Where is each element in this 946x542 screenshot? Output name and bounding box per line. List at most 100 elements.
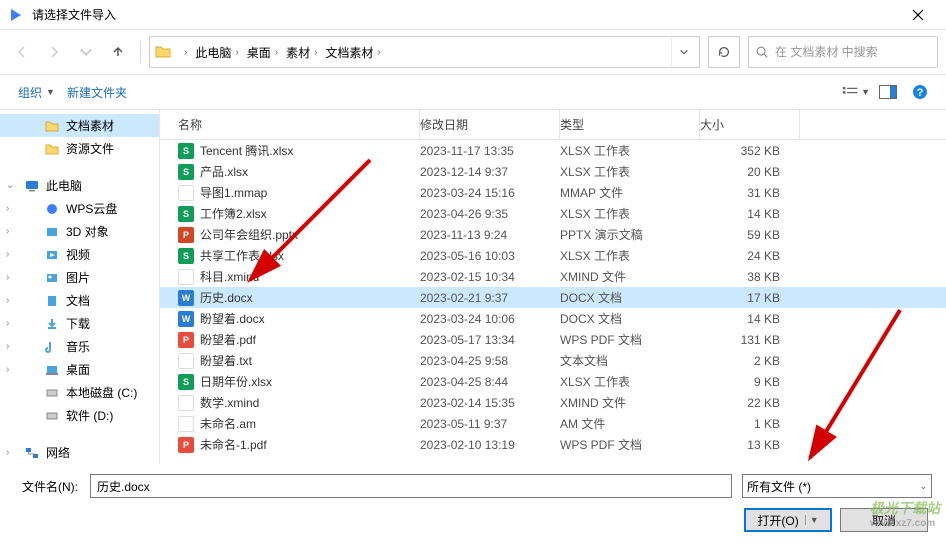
file-type: XLSX 工作表 bbox=[560, 163, 700, 180]
nav-separator bbox=[140, 41, 141, 63]
sidebar-pc-item-5[interactable]: ›下载 bbox=[0, 312, 159, 335]
file-row[interactable]: 盼望着.txt2023-04-25 9:58文本文档2 KB bbox=[160, 350, 946, 371]
file-type: DOCX 文档 bbox=[560, 289, 700, 306]
file-row[interactable]: S共享工作表.xlsx2023-05-16 10:03XLSX 工作表24 KB bbox=[160, 245, 946, 266]
file-size: 24 KB bbox=[700, 249, 800, 263]
back-button[interactable] bbox=[8, 38, 36, 66]
sidebar-pc-item-0[interactable]: ›WPS云盘 bbox=[0, 197, 159, 220]
expand-icon[interactable]: › bbox=[6, 226, 9, 237]
file-size: 14 KB bbox=[700, 312, 800, 326]
sidebar-pc-item-2[interactable]: ›视频 bbox=[0, 243, 159, 266]
sidebar-pc-item-8[interactable]: 本地磁盘 (C:) bbox=[0, 381, 159, 404]
file-row[interactable]: S日期年份.xlsx2023-04-25 8:44XLSX 工作表9 KB bbox=[160, 371, 946, 392]
open-button[interactable]: 打开(O)▼ bbox=[744, 508, 832, 532]
file-row[interactable]: W历史.docx2023-02-21 9:37DOCX 文档17 KB bbox=[160, 287, 946, 308]
help-button[interactable]: ? bbox=[906, 80, 934, 104]
address-dropdown[interactable] bbox=[671, 38, 695, 66]
app-icon bbox=[8, 7, 24, 23]
file-date: 2023-05-17 13:34 bbox=[420, 333, 560, 347]
col-date[interactable]: 修改日期 bbox=[420, 110, 560, 139]
file-name: 未命名.am bbox=[200, 415, 256, 432]
col-name[interactable]: 名称 bbox=[160, 110, 420, 139]
file-date: 2023-03-24 10:06 bbox=[420, 312, 560, 326]
filter-select[interactable]: 所有文件 (*) ⌄ bbox=[742, 474, 932, 498]
sidebar-pc-item-6[interactable]: ›音乐 bbox=[0, 335, 159, 358]
search-input[interactable] bbox=[775, 45, 931, 59]
breadcrumb-chevron[interactable]: › bbox=[176, 45, 191, 60]
file-type: WPS PDF 文档 bbox=[560, 331, 700, 348]
preview-pane-button[interactable] bbox=[874, 80, 902, 104]
sidebar-pc-item-3[interactable]: ›图片 bbox=[0, 266, 159, 289]
refresh-button[interactable] bbox=[708, 36, 740, 68]
file-date: 2023-04-25 9:58 bbox=[420, 354, 560, 368]
file-name: 公司年会组织.pptx bbox=[200, 226, 298, 243]
file-size: 9 KB bbox=[700, 375, 800, 389]
col-size[interactable]: 大小 bbox=[700, 110, 800, 139]
file-list[interactable]: STencent 腾讯.xlsx2023-11-17 13:35XLSX 工作表… bbox=[160, 140, 946, 464]
sidebar-pc-item-4[interactable]: ›文档 bbox=[0, 289, 159, 312]
address-bar[interactable]: › 此电脑› 桌面› 素材› 文档素材› bbox=[149, 36, 700, 68]
file-row[interactable]: 数学.xmind2023-02-14 15:35XMIND 文件22 KB bbox=[160, 392, 946, 413]
sidebar-item-0[interactable]: 文档素材 bbox=[0, 114, 159, 137]
file-row[interactable]: S产品.xlsx2023-12-14 9:37XLSX 工作表20 KB bbox=[160, 161, 946, 182]
file-name: 产品.xlsx bbox=[200, 163, 248, 180]
file-row[interactable]: STencent 腾讯.xlsx2023-11-17 13:35XLSX 工作表… bbox=[160, 140, 946, 161]
file-icon bbox=[178, 353, 194, 369]
col-type[interactable]: 类型 bbox=[560, 110, 700, 139]
expand-icon[interactable]: › bbox=[6, 203, 9, 214]
file-icon: S bbox=[178, 206, 194, 222]
file-row[interactable]: P盼望着.pdf2023-05-17 13:34WPS PDF 文档131 KB bbox=[160, 329, 946, 350]
breadcrumb-seg-3[interactable]: 文档素材› bbox=[321, 42, 384, 63]
file-row[interactable]: 导图1.mmap2023-03-24 15:16MMAP 文件31 KB bbox=[160, 182, 946, 203]
file-type: XLSX 工作表 bbox=[560, 142, 700, 159]
file-name: 数学.xmind bbox=[200, 394, 259, 411]
sidebar-network[interactable]: › 网络 bbox=[0, 441, 159, 464]
up-button[interactable] bbox=[104, 38, 132, 66]
expand-icon[interactable]: › bbox=[6, 295, 9, 306]
expand-icon[interactable]: › bbox=[6, 249, 9, 260]
file-size: 2 KB bbox=[700, 354, 800, 368]
sidebar-this-pc[interactable]: ⌄ 此电脑 bbox=[0, 174, 159, 197]
new-folder-button[interactable]: 新建文件夹 bbox=[61, 80, 133, 105]
organize-menu[interactable]: 组织▼ bbox=[12, 80, 61, 105]
file-row[interactable]: 科目.xmind2023-02-15 10:34XMIND 文件38 KB bbox=[160, 266, 946, 287]
file-name: 未命名-1.pdf bbox=[200, 436, 267, 453]
expand-icon[interactable]: › bbox=[6, 447, 9, 458]
drive-icon bbox=[44, 408, 60, 424]
collapse-icon[interactable]: ⌄ bbox=[6, 180, 14, 191]
breadcrumb-seg-1[interactable]: 桌面› bbox=[243, 42, 282, 63]
svg-text:?: ? bbox=[917, 87, 924, 99]
view-mode-button[interactable]: ▼ bbox=[842, 80, 870, 104]
file-size: 31 KB bbox=[700, 186, 800, 200]
file-row[interactable]: 未命名.am2023-05-11 9:37AM 文件1 KB bbox=[160, 413, 946, 434]
file-date: 2023-11-17 13:35 bbox=[420, 144, 560, 158]
filename-input[interactable] bbox=[90, 474, 732, 498]
expand-icon[interactable]: › bbox=[6, 341, 9, 352]
breadcrumb-seg-0[interactable]: 此电脑› bbox=[191, 42, 242, 63]
file-icon: S bbox=[178, 374, 194, 390]
search-box[interactable] bbox=[748, 36, 938, 68]
expand-icon[interactable]: › bbox=[6, 364, 9, 375]
breadcrumb-seg-2[interactable]: 素材› bbox=[282, 42, 321, 63]
folder-icon bbox=[44, 118, 60, 134]
nav-bar: › 此电脑› 桌面› 素材› 文档素材› bbox=[0, 30, 946, 74]
file-date: 2023-02-14 15:35 bbox=[420, 396, 560, 410]
file-row[interactable]: P公司年会组织.pptx2023-11-13 9:24PPTX 演示文稿59 K… bbox=[160, 224, 946, 245]
file-name: 工作簿2.xlsx bbox=[200, 205, 267, 222]
file-type: DOCX 文档 bbox=[560, 310, 700, 327]
file-row[interactable]: S工作簿2.xlsx2023-04-26 9:35XLSX 工作表14 KB bbox=[160, 203, 946, 224]
sidebar-pc-item-7[interactable]: ›桌面 bbox=[0, 358, 159, 381]
close-button[interactable] bbox=[898, 0, 938, 30]
recent-dropdown[interactable] bbox=[72, 38, 100, 66]
file-size: 38 KB bbox=[700, 270, 800, 284]
forward-button[interactable] bbox=[40, 38, 68, 66]
expand-icon[interactable]: › bbox=[6, 318, 9, 329]
expand-icon[interactable]: › bbox=[6, 272, 9, 283]
file-row[interactable]: W盼望着.docx2023-03-24 10:06DOCX 文档14 KB bbox=[160, 308, 946, 329]
file-row[interactable]: P未命名-1.pdf2023-02-10 13:19WPS PDF 文档13 K… bbox=[160, 434, 946, 455]
sidebar-pc-item-1[interactable]: ›3D 对象 bbox=[0, 220, 159, 243]
sidebar-pc-item-9[interactable]: 软件 (D:) bbox=[0, 404, 159, 427]
file-date: 2023-04-26 9:35 bbox=[420, 207, 560, 221]
file-type: XLSX 工作表 bbox=[560, 205, 700, 222]
sidebar-item-1[interactable]: 资源文件 bbox=[0, 137, 159, 160]
